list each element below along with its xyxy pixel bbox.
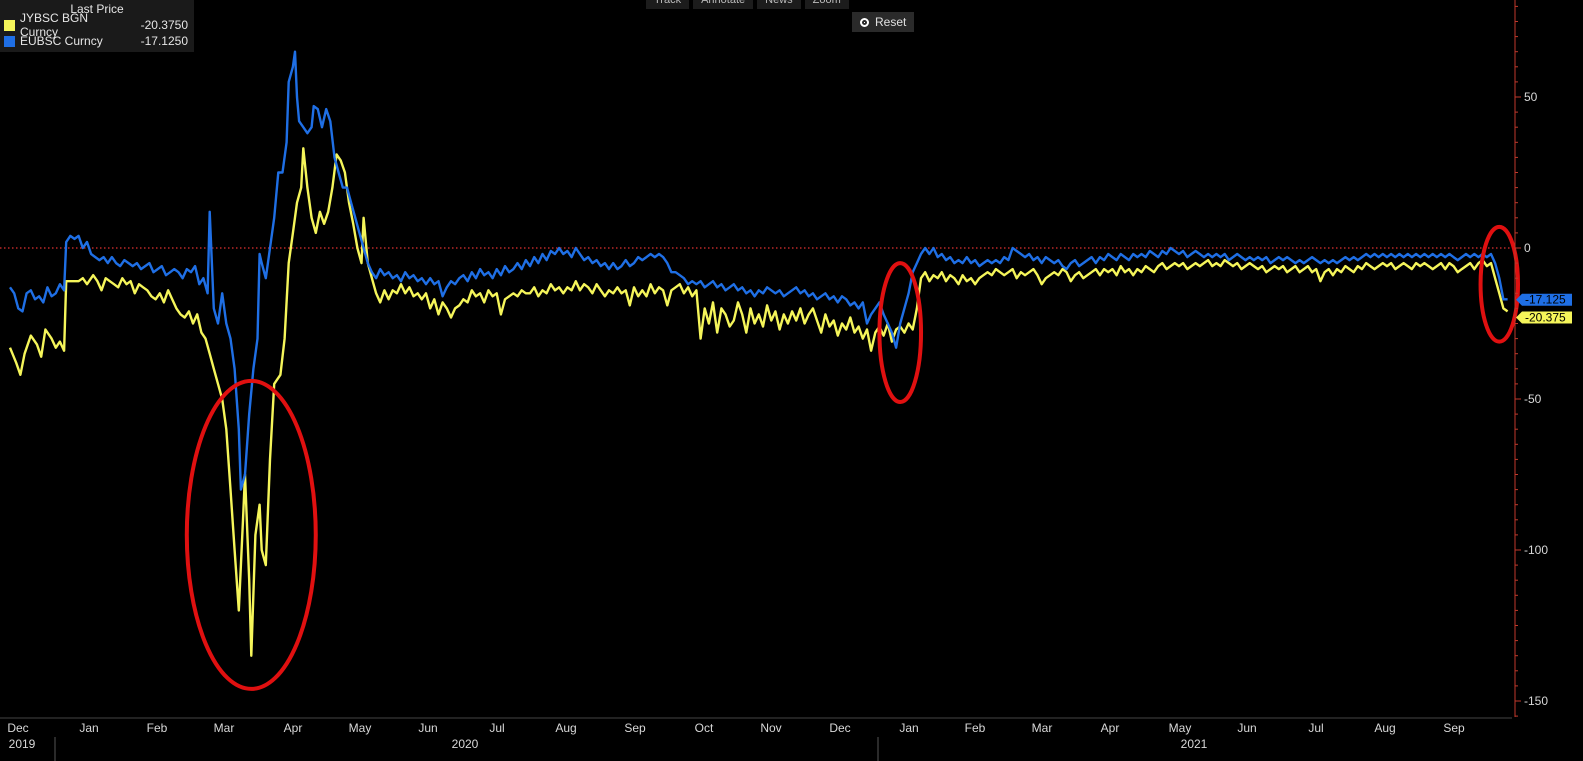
reset-icon [860, 17, 869, 27]
news-button[interactable]: News [757, 0, 801, 9]
x-month-label: Jan [79, 721, 98, 735]
annotate-button[interactable]: Annotate [693, 0, 754, 9]
x-month-label: Dec [7, 721, 28, 735]
y-tick-label: 50 [1524, 90, 1538, 104]
last-value-tag-text: -20.375 [1525, 311, 1566, 325]
legend-series-name: EUBSC Curncy [20, 34, 103, 48]
y-tick-label: 0 [1524, 241, 1531, 255]
legend-swatch [4, 19, 15, 31]
series-line-eubsc [9, 50, 1508, 491]
legend-swatch [4, 35, 15, 47]
zoom-button[interactable]: Zoom [804, 0, 849, 9]
x-year-label: 2021 [1181, 737, 1208, 751]
x-month-label: Nov [760, 721, 781, 735]
x-month-label: Jun [418, 721, 437, 735]
x-month-label: Sep [1443, 721, 1465, 735]
x-month-label: Oct [695, 721, 714, 735]
legend-item[interactable]: EUBSC Curncy -17.1250 [0, 33, 194, 49]
y-tick-label: -50 [1524, 392, 1542, 406]
chart-toolbar: Track Annotate News Zoom [646, 0, 849, 10]
x-month-label: Mar [1032, 721, 1053, 735]
x-month-label: May [349, 721, 372, 735]
x-month-label: Dec [829, 721, 850, 735]
last-value-tags: -17.125 -20.375 [1516, 293, 1572, 325]
legend-series-value: -17.1250 [140, 34, 188, 48]
x-month-label: May [1169, 721, 1192, 735]
x-month-label: Jul [489, 721, 504, 735]
x-month-label: Jan [899, 721, 918, 735]
reset-button[interactable]: Reset [852, 12, 914, 32]
legend: Last Price JYBSC BGN Curncy -20.3750 EUB… [0, 0, 194, 52]
reset-label: Reset [875, 15, 907, 29]
last-value-tag-text: -17.125 [1525, 293, 1566, 307]
y-axis: 50 0 -50 -100 -150 [1514, 0, 1548, 717]
y-tick-label: -150 [1524, 694, 1548, 708]
legend-series-value: -20.3750 [140, 18, 188, 32]
x-month-label: Feb [965, 721, 986, 735]
x-month-label: Jun [1237, 721, 1256, 735]
track-button[interactable]: Track [646, 0, 690, 9]
x-month-label: Aug [1374, 721, 1395, 735]
x-month-label: Apr [1101, 721, 1120, 735]
x-month-label: Sep [624, 721, 646, 735]
series-lines [8, 50, 1509, 657]
x-axis-band [0, 718, 1583, 761]
x-month-label: Mar [214, 721, 235, 735]
x-year-label: 2019 [9, 737, 36, 751]
legend-item[interactable]: JYBSC BGN Curncy -20.3750 [0, 11, 194, 39]
series-line-jybsc [8, 147, 1509, 657]
y-tick-label: -100 [1524, 543, 1548, 557]
x-month-label: Jul [1308, 721, 1323, 735]
x-month-label: Aug [555, 721, 576, 735]
x-month-label: Feb [147, 721, 168, 735]
x-month-label: Apr [284, 721, 303, 735]
price-chart[interactable]: 50 0 -50 -100 -150 Dec Jan Feb Mar Apr May Jun Jul A… [0, 0, 1583, 761]
x-year-label: 2020 [452, 737, 479, 751]
x-axis: Dec Jan Feb Mar Apr May Jun Jul Aug Sep Oct Nov Dec J… [0, 717, 1583, 761]
